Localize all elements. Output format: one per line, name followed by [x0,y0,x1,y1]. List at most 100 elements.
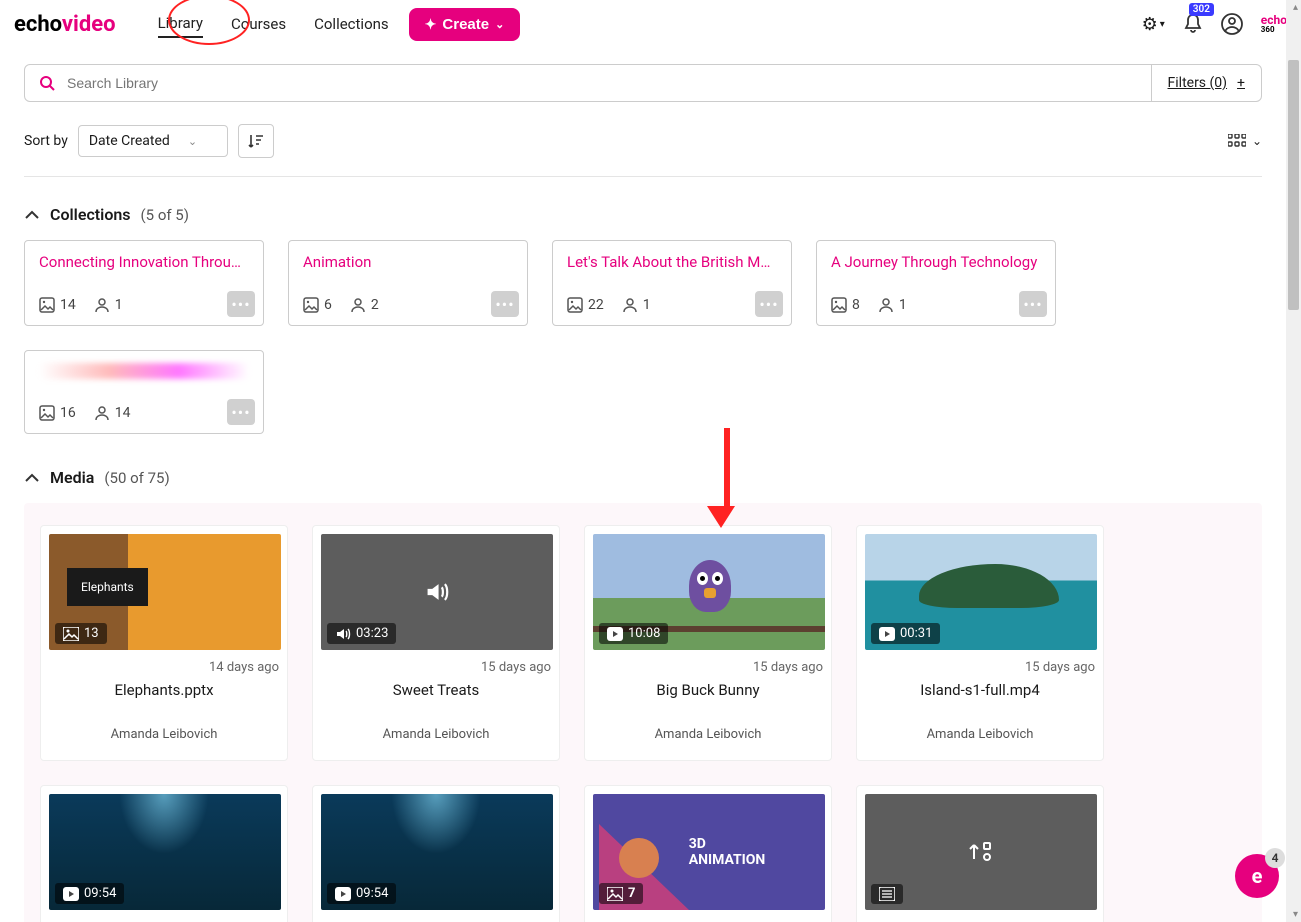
collection-members: 1 [94,297,123,313]
echo360-logo[interactable]: echo 360 [1261,15,1287,33]
collection-menu-button[interactable]: ••• [755,291,783,317]
chevron-up-icon [24,472,40,484]
media-owner: Amanda Leibovich [321,727,551,742]
items-icon [303,297,319,313]
media-title: Media [50,468,94,487]
items-icon [567,297,583,313]
collection-members: 14 [94,405,131,421]
collection-items: 22 [567,297,604,313]
members-icon [350,297,366,313]
chevron-down-icon: ⌄ [1252,134,1262,148]
collection-members: 1 [878,297,907,313]
search-icon [39,75,55,91]
create-button[interactable]: ✦ Create ⌄ [409,8,521,41]
widget-count: 4 [1265,848,1285,868]
plus-icon: + [1237,75,1245,91]
media-card[interactable]: 09:54 [40,785,288,922]
widget-letter: e [1252,864,1263,888]
collections-title: Collections [50,205,131,224]
nav-courses[interactable]: Courses [231,11,286,37]
collection-members: 2 [350,297,379,313]
chevron-down-icon: ⌄ [188,135,197,148]
video-icon [879,627,895,641]
items-icon [831,297,847,313]
items-icon [39,405,55,421]
collection-card[interactable]: Animation 6 2 ••• [288,240,528,326]
media-owner: Amanda Leibovich [49,727,279,742]
media-badge: 7 [599,883,643,904]
collection-title: Let's Talk About the British Mo... [567,253,777,271]
bell-icon [1183,13,1203,35]
help-widget[interactable]: e 4 [1235,854,1279,898]
media-badge: 09:54 [327,883,396,904]
scroll-up-icon[interactable]: ▴ [1293,2,1298,13]
members-icon [878,297,894,313]
collection-card[interactable]: Connecting Innovation Throug... 14 1 ••• [24,240,264,326]
search-bar: Filters (0) + [24,64,1262,102]
nav-collections[interactable]: Collections [314,11,389,37]
media-title: Elephants.pptx [49,681,279,699]
collection-menu-button[interactable]: ••• [227,291,255,317]
thumb-label: 3D ANIMATION [689,836,766,868]
media-card[interactable]: 09:54 [312,785,560,922]
collection-card[interactable]: Let's Talk About the British Mo... 22 1 ••• [552,240,792,326]
scrollbar[interactable]: ▴ ▾ [1286,0,1301,922]
members-icon [94,405,110,421]
collection-card[interactable]: 1614••• [24,350,264,434]
profile-icon [1221,13,1243,35]
thumb-label: Elephants [67,568,148,606]
media-timestamp: 15 days ago [593,660,823,675]
media-card[interactable]: 10:08 15 days ago Big Buck Bunny Amanda Lei… [584,525,832,761]
scroll-down-icon[interactable]: ▾ [1293,909,1298,920]
audio-icon [335,627,351,641]
grid-icon [1228,134,1246,148]
media-card[interactable]: Elephants1314 days agoElephants.pptxAman… [40,525,288,761]
media-card[interactable]: 03:2315 days agoSweet TreatsAmanda Leibo… [312,525,560,761]
wand-icon: ✦ [425,16,437,33]
view-toggle[interactable]: ⌄ [1228,134,1262,148]
scroll-thumb[interactable] [1288,60,1299,310]
collection-items: 6 [303,297,332,313]
collection-title: A Journey Through Technology [831,253,1041,271]
settings-menu[interactable]: ⚙ ▾ [1142,14,1165,35]
filters-label: Filters (0) [1168,75,1228,91]
media-card[interactable]: 3D ANIMATION 7 [584,785,832,922]
media-title: Big Buck Bunny [593,681,823,699]
filters-button[interactable]: Filters (0) + [1151,65,1261,101]
media-owner: Amanda Leibovich [593,727,823,742]
logo-echo: echo [14,12,62,37]
profile-button[interactable] [1221,13,1243,35]
sort-direction-button[interactable] [238,124,274,158]
divider [24,176,1262,177]
collection-items: 14 [39,297,76,313]
video-icon [63,887,79,901]
media-badge: 10:08 [599,623,668,644]
sort-select[interactable]: Date Created ⌄ [78,125,228,157]
collection-menu-button[interactable]: ••• [227,399,255,425]
media-count: (50 of 75) [104,469,169,487]
collection-menu-button[interactable]: ••• [1019,291,1047,317]
collection-members: 1 [622,297,651,313]
media-card[interactable] [856,785,1104,922]
sort-direction-icon [247,132,265,150]
audio-icon [424,581,450,603]
video-icon [607,627,623,641]
collection-title: Animation [303,253,513,271]
chevron-down-icon: ⌄ [495,18,504,31]
nav-library[interactable]: Library [158,10,203,38]
logo[interactable]: echovideo [14,12,116,37]
media-title: Sweet Treats [321,681,551,699]
search-input[interactable] [67,75,1151,91]
collection-card[interactable]: A Journey Through Technology 8 1 ••• [816,240,1056,326]
media-badge: 09:54 [55,883,124,904]
items-icon [39,297,55,313]
collection-menu-button[interactable]: ••• [491,291,519,317]
media-toggle[interactable] [24,472,40,484]
media-card[interactable]: 00:3115 days agoIsland-s1-full.mp4Amanda… [856,525,1104,761]
collections-toggle[interactable] [24,209,40,221]
collection-title: Connecting Innovation Throug... [39,253,249,271]
notification-count: 302 [1189,3,1214,16]
collection-items: 8 [831,297,860,313]
notifications-button[interactable]: 302 [1183,13,1203,35]
image-icon [607,887,623,901]
